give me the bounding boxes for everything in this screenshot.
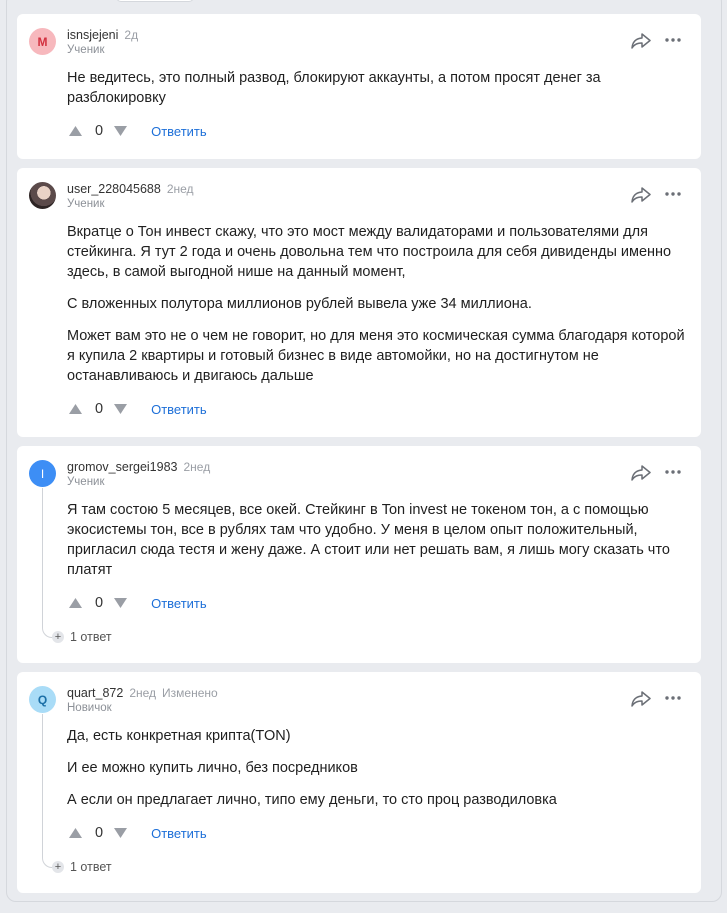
vote-count: 0 xyxy=(95,401,104,417)
more-icon[interactable] xyxy=(665,466,681,478)
comment-header: user_228045688 2нед xyxy=(67,182,194,196)
downvote-icon[interactable] xyxy=(112,826,129,840)
avatar[interactable]: M xyxy=(29,28,56,55)
comment-body: Не ведитесь, это полный развод, блокирую… xyxy=(67,68,685,120)
username[interactable]: isnsjejeni xyxy=(67,28,118,42)
vote-row: 0 Ответить xyxy=(67,593,207,613)
username[interactable]: gromov_sergei1983 xyxy=(67,460,178,474)
comment-card: I gromov_sergei1983 2нед Ученик Я там сос… xyxy=(17,446,701,663)
share-icon[interactable] xyxy=(631,33,651,49)
downvote-icon[interactable] xyxy=(112,124,129,138)
vote-count: 0 xyxy=(95,595,104,611)
username[interactable]: quart_872 xyxy=(67,686,123,700)
downvote-icon[interactable] xyxy=(112,596,129,610)
vote-row: 0 Ответить xyxy=(67,823,207,843)
replies-count: 1 ответ xyxy=(70,860,112,874)
plus-icon: + xyxy=(52,631,64,643)
comment-paragraph: Может вам это не о чем не говорит, но дл… xyxy=(67,328,685,384)
comment-time: 2нед xyxy=(183,460,211,474)
reply-button[interactable]: Ответить xyxy=(151,402,207,417)
more-icon[interactable] xyxy=(665,692,681,704)
share-icon[interactable] xyxy=(631,187,651,203)
comment-header: gromov_sergei1983 2нед xyxy=(67,460,210,474)
thread-line xyxy=(42,714,56,868)
top-tab-fragment[interactable] xyxy=(116,0,194,2)
comment-paragraph: Я там состою 5 месяцев, все окей. Стейки… xyxy=(67,502,670,578)
comment-card: M isnsjejeni 2д Ученик Не ведитесь, это п… xyxy=(17,14,701,159)
expand-replies-button[interactable]: + 1 ответ xyxy=(52,630,112,644)
upvote-icon[interactable] xyxy=(67,596,84,610)
comment-header: quart_872 2нед Изменено xyxy=(67,686,218,700)
vote-count: 0 xyxy=(95,123,104,139)
more-icon[interactable] xyxy=(665,34,681,46)
more-icon[interactable] xyxy=(665,188,681,200)
avatar[interactable] xyxy=(29,182,56,209)
avatar[interactable]: I xyxy=(29,460,56,487)
upvote-icon[interactable] xyxy=(67,826,84,840)
reply-button[interactable]: Ответить xyxy=(151,826,207,841)
user-rank: Ученик xyxy=(67,44,105,56)
downvote-icon[interactable] xyxy=(112,402,129,416)
expand-replies-button[interactable]: + 1 ответ xyxy=(52,860,112,874)
reply-button[interactable]: Ответить xyxy=(151,596,207,611)
comment-paragraph: Вкратце о Тон инвест скажу, что это мост… xyxy=(67,224,672,280)
edited-label: Изменено xyxy=(162,686,218,700)
avatar[interactable]: Q xyxy=(29,686,56,713)
comment-time: 2д xyxy=(124,28,139,42)
thread-line xyxy=(42,488,56,638)
comment-body: Да, есть конкретная крипта(TON) И ее мож… xyxy=(67,726,685,822)
share-icon[interactable] xyxy=(631,691,651,707)
upvote-icon[interactable] xyxy=(67,124,84,138)
comment-card: Q quart_872 2нед Изменено Новичок Да, есть… xyxy=(17,672,701,893)
user-rank: Ученик xyxy=(67,476,105,488)
comment-paragraph: И ее можно купить лично, без посредников xyxy=(67,760,358,776)
replies-count: 1 ответ xyxy=(70,630,112,644)
upvote-icon[interactable] xyxy=(67,402,84,416)
comment-card: user_228045688 2нед Ученик Вкратце о Тон … xyxy=(17,168,701,437)
comment-body: Я там состою 5 месяцев, все окей. Стейки… xyxy=(67,500,685,592)
vote-row: 0 Ответить xyxy=(67,399,207,419)
comment-paragraph: Да, есть конкретная крипта(TON) xyxy=(67,728,291,744)
comment-paragraph: С вложенных полутора миллионов рублей вы… xyxy=(67,296,532,312)
comment-time: 2нед xyxy=(129,686,157,700)
share-icon[interactable] xyxy=(631,465,651,481)
comment-header: isnsjejeni 2д xyxy=(67,28,138,42)
comment-body: Вкратце о Тон инвест скажу, что это мост… xyxy=(67,222,685,398)
user-rank: Ученик xyxy=(67,198,105,210)
comment-paragraph: Не ведитесь, это полный развод, блокирую… xyxy=(67,70,601,106)
comment-time: 2нед xyxy=(166,182,194,196)
vote-row: 0 Ответить xyxy=(67,121,207,141)
plus-icon: + xyxy=(52,861,64,873)
comment-paragraph: А если он предлагает лично, типо ему ден… xyxy=(67,792,557,808)
vote-count: 0 xyxy=(95,825,104,841)
username[interactable]: user_228045688 xyxy=(67,182,161,196)
user-rank: Новичок xyxy=(67,702,112,714)
reply-button[interactable]: Ответить xyxy=(151,124,207,139)
